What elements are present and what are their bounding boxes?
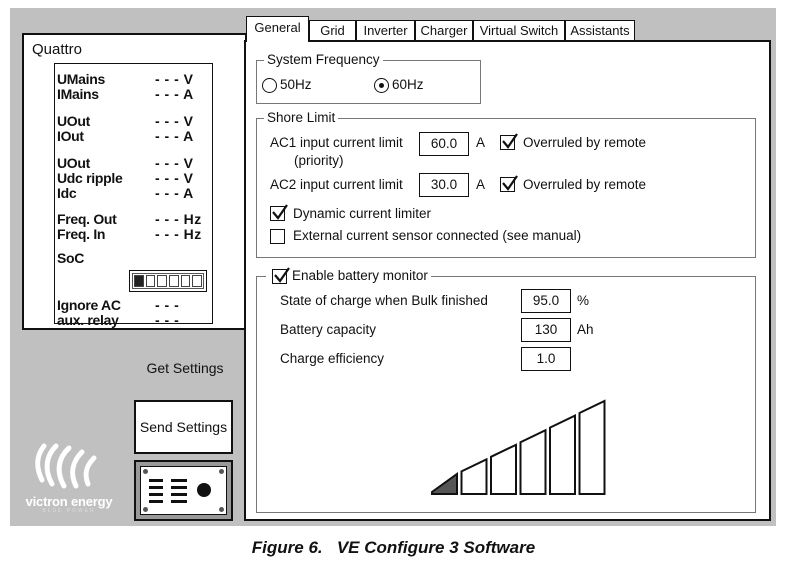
soc-cell — [192, 275, 203, 287]
soc-cell — [145, 275, 156, 287]
soc-bulk-input[interactable]: 95.0 — [521, 289, 571, 313]
tab-grid[interactable]: Grid — [309, 20, 356, 41]
battery-monitor-checkbox[interactable] — [272, 267, 290, 284]
send-settings-button[interactable]: Send Settings — [134, 400, 233, 454]
radio-60hz-label: 60Hz — [392, 77, 424, 92]
radio-50hz-label: 50Hz — [280, 77, 312, 92]
logo-tagline: BLUE POWER — [42, 508, 96, 514]
tab-inverter[interactable]: Inverter — [356, 20, 415, 41]
logo-wordmark: victron energy — [25, 494, 113, 509]
ac1-limit-input[interactable]: 60.0 — [419, 132, 469, 156]
charge-efficiency-input[interactable]: 1.0 — [521, 347, 571, 371]
battery-level-graphic — [431, 399, 606, 495]
radio-60hz[interactable] — [374, 78, 389, 93]
ac2-overruled-checkbox[interactable] — [500, 175, 518, 192]
tab-general[interactable]: General — [246, 16, 309, 42]
ac2-limit-input[interactable]: 30.0 — [419, 173, 469, 197]
app-window: Quattro UMains - - - V IMains - - - A UO… — [10, 8, 776, 526]
battery-level-bar — [519, 428, 547, 495]
ac2-limit-label: AC2 input current limit — [270, 177, 403, 192]
soc-cell — [157, 275, 168, 287]
figure-caption: Figure 6. VE Configure 3 Software — [251, 538, 536, 557]
tab-assistants[interactable]: Assistants — [565, 20, 635, 41]
victron-logo-icon — [35, 443, 97, 489]
status-row-imains: IMains - - - A — [57, 86, 194, 102]
status-panel: Quattro UMains - - - V IMains - - - A UO… — [22, 33, 247, 330]
ac2-unit: A — [476, 177, 486, 192]
shore-limit-legend: Shore Limit — [264, 110, 339, 125]
status-row-soc: SoC — [57, 250, 85, 266]
ac2-overruled-label: Overruled by remote — [523, 177, 647, 192]
victron-logo: victron energy BLUE POWER — [14, 436, 124, 516]
soc-cells — [132, 273, 204, 289]
status-row-aux-relay: aux. relay - - - — [57, 312, 180, 328]
status-row-freq-out: Freq. Out - - - Hz — [57, 211, 202, 227]
soc-cell — [180, 275, 191, 287]
soc-bulk-label: State of charge when Bulk finished — [280, 293, 488, 308]
soc-bulk-unit: % — [577, 293, 590, 308]
status-row-udc-ripple: Udc ripple - - - V — [57, 170, 194, 186]
soc-indicator — [129, 270, 207, 292]
battery-level-bar — [549, 414, 576, 495]
ac1-priority-label: (priority) — [294, 153, 344, 168]
soc-cell — [134, 275, 144, 287]
dynamic-limiter-label: Dynamic current limiter — [293, 206, 432, 221]
charge-efficiency-label: Charge efficiency — [280, 351, 385, 366]
soc-cell — [169, 275, 179, 287]
battery-level-bar — [578, 399, 606, 495]
ac1-limit-label: AC1 input current limit — [270, 135, 403, 150]
status-readout-box: UMains - - - V IMains - - - A UOut - - -… — [54, 63, 213, 328]
tab-charger[interactable]: Charger — [415, 20, 473, 41]
battery-capacity-label: Battery capacity — [280, 322, 377, 337]
external-sensor-checkbox[interactable] — [270, 229, 285, 244]
get-settings-button[interactable]: Get Settings — [135, 353, 235, 383]
radio-50hz[interactable] — [262, 78, 277, 93]
device-panel-icon — [140, 466, 227, 515]
battery-level-bar — [490, 443, 517, 495]
device-panel-button[interactable] — [134, 460, 233, 521]
battery-level-bar — [460, 457, 488, 495]
device-title: Quattro — [32, 41, 83, 58]
status-row-umains: UMains - - - V — [57, 71, 194, 87]
dynamic-limiter-checkbox[interactable] — [270, 204, 288, 221]
status-row-freq-in: Freq. In - - - Hz — [57, 226, 202, 242]
battery-level-bar — [431, 472, 458, 495]
status-row-ignore-ac: Ignore AC - - - — [57, 297, 180, 313]
external-sensor-label: External current sensor connected (see m… — [293, 228, 582, 243]
ac1-overruled-checkbox[interactable] — [500, 133, 518, 150]
tab-virtual-switch[interactable]: Virtual Switch — [473, 20, 565, 41]
battery-capacity-unit: Ah — [577, 322, 594, 337]
ac1-unit: A — [476, 135, 486, 150]
status-row-idc: Idc - - - A — [57, 185, 194, 201]
status-row-iout: IOut - - - A — [57, 128, 194, 144]
system-frequency-legend: System Frequency — [264, 52, 383, 67]
ac1-overruled-label: Overruled by remote — [523, 135, 647, 150]
general-tab-panel: System Frequency 50Hz 60Hz Shore Limit A… — [244, 40, 771, 521]
battery-capacity-input[interactable]: 130 — [521, 318, 571, 342]
status-row-uout: UOut - - - V — [57, 113, 194, 129]
status-row-uout-2: UOut - - - V — [57, 155, 194, 171]
